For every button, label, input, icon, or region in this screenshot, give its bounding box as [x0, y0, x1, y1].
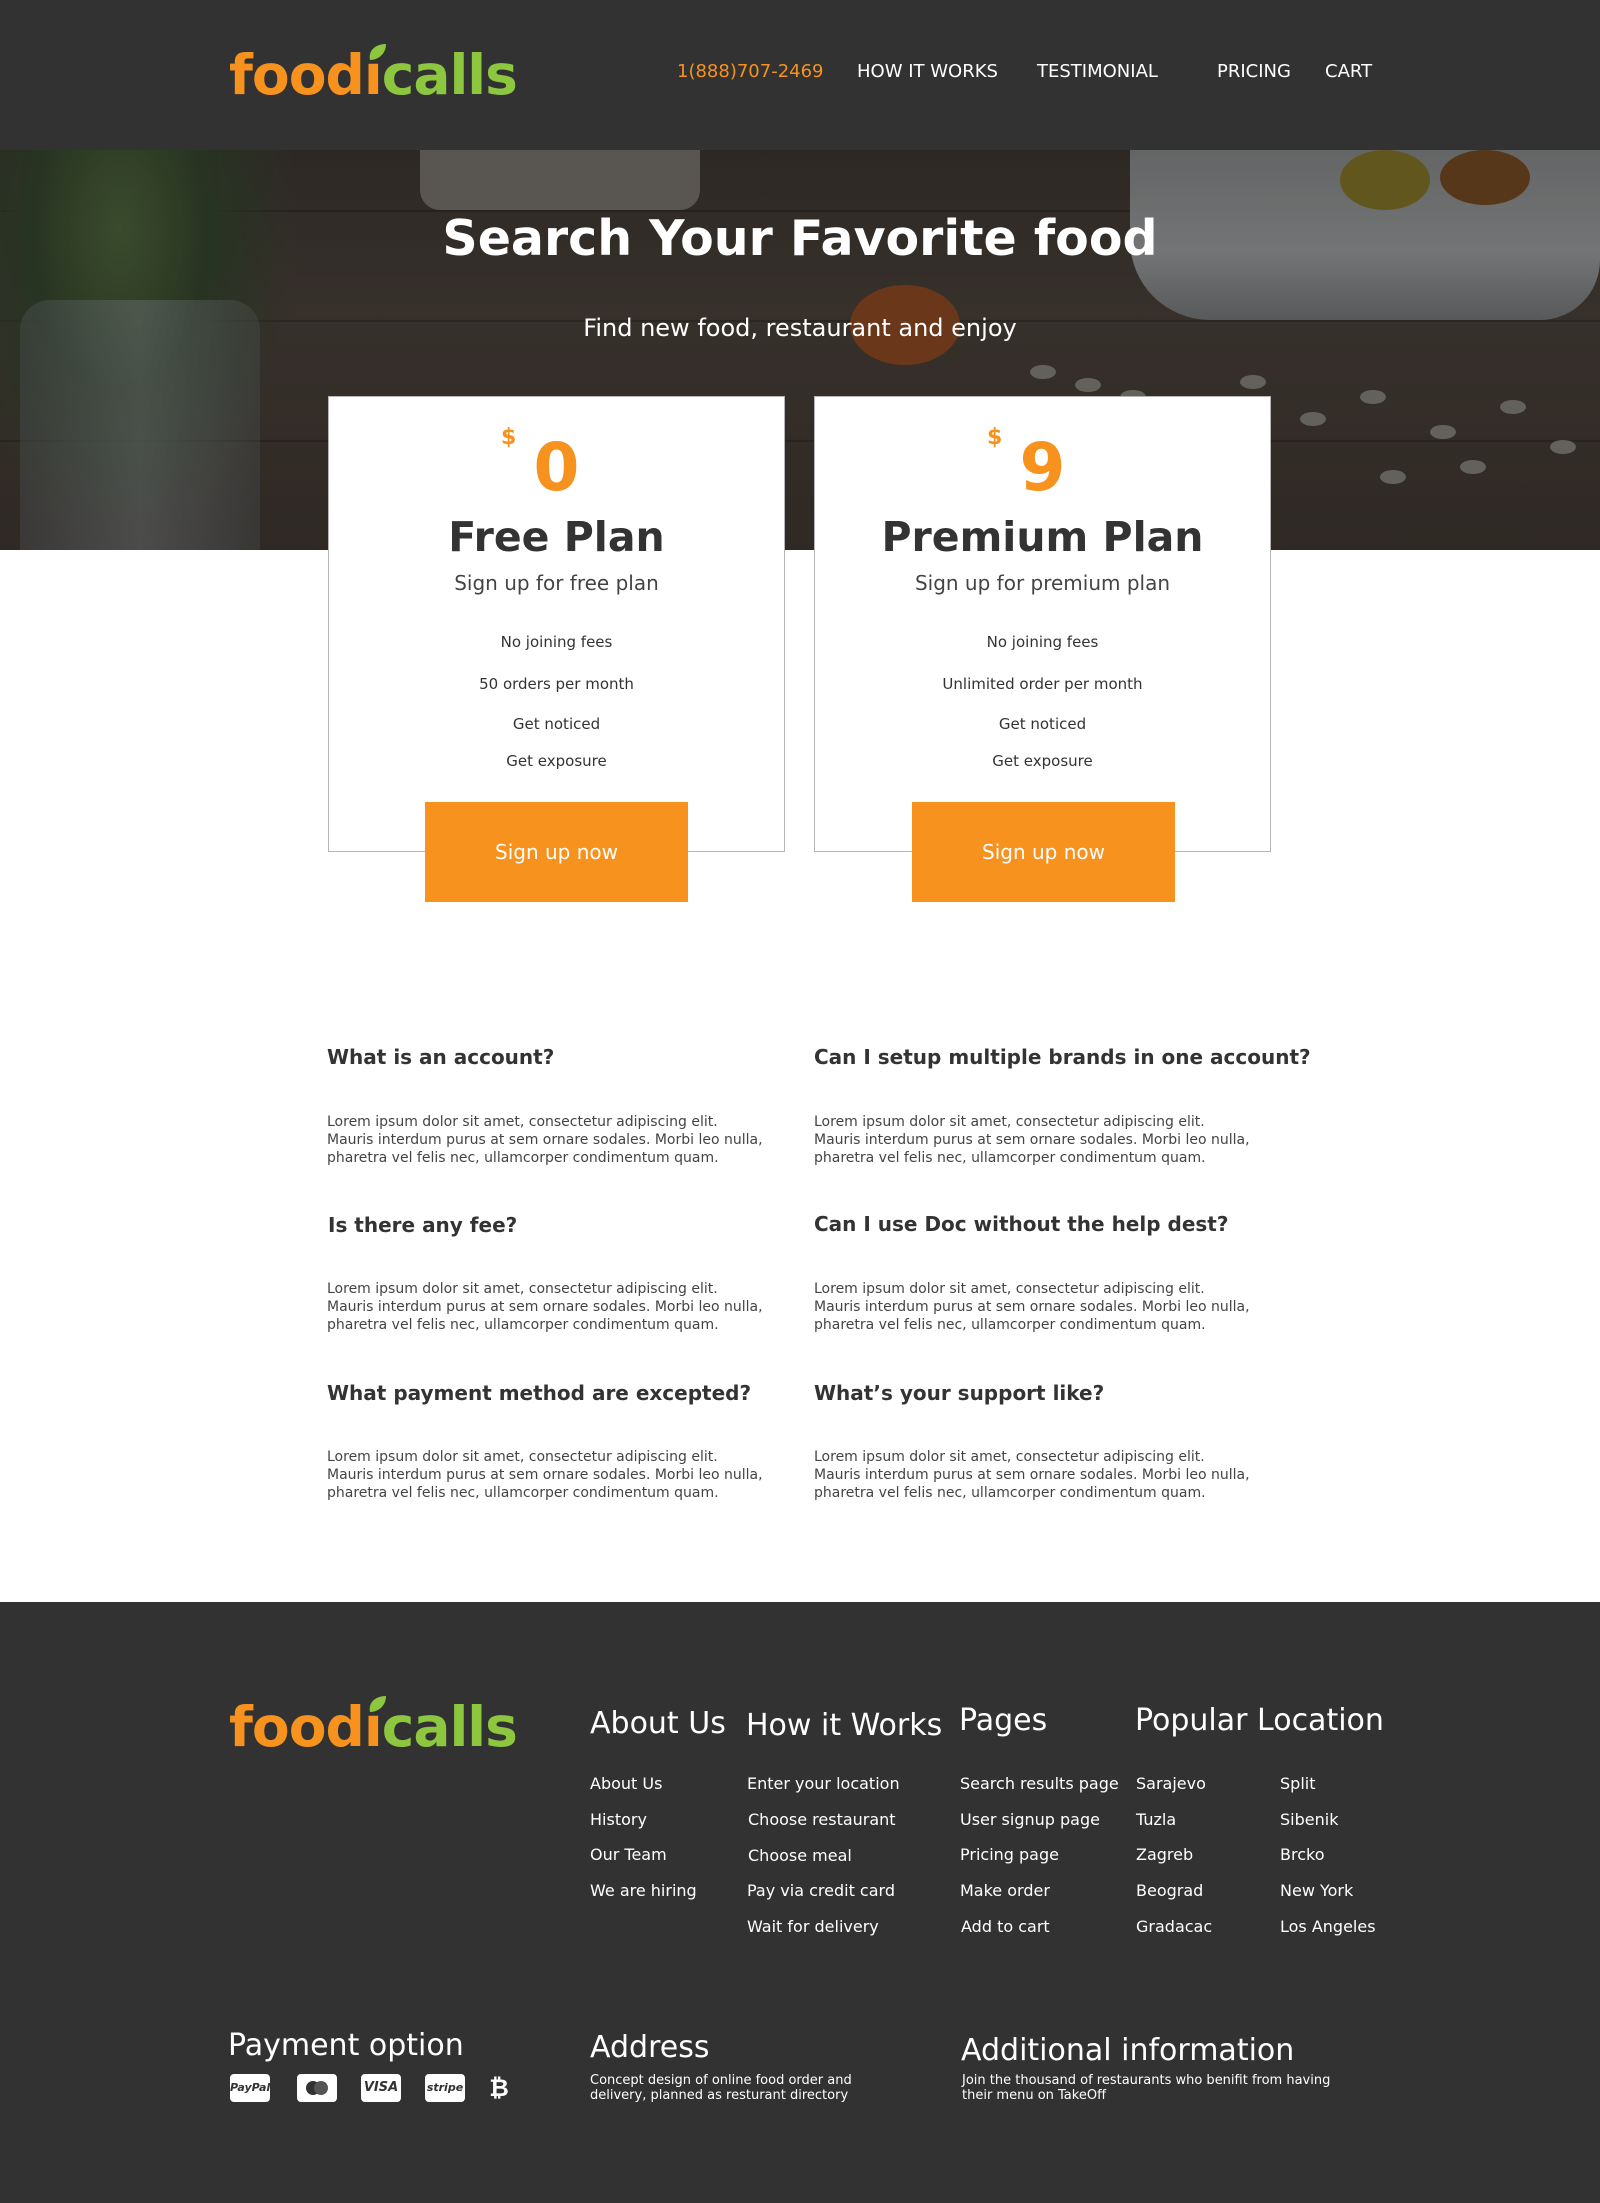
leaf-icon [369, 1696, 386, 1712]
logo-leaf-i: ı [364, 44, 386, 103]
footer-link[interactable]: Pay via credit card [747, 1881, 895, 1900]
faq-answer: Lorem ipsum dolor sit amet, consectetur … [327, 1449, 763, 1501]
footer-additional-text: Join the thousand of restaurants who ben… [962, 2073, 1331, 2103]
footer-payment-heading: Payment option [228, 2028, 464, 2063]
footer-location-link[interactable]: Sarajevo [1136, 1774, 1206, 1793]
plan-price: 0 [533, 429, 580, 506]
footer-brand-logo[interactable]: foodı calls [229, 1696, 518, 1755]
footer-link[interactable]: Our Team [590, 1845, 667, 1864]
stripe-icon: stripe [425, 2074, 465, 2102]
logo-text-lls: lls [449, 43, 517, 107]
faq-question: What payment method are excepted? [327, 1381, 752, 1405]
faq-question: What’s your support like? [814, 1381, 1105, 1405]
plan-name: Premium Plan [881, 513, 1204, 561]
plan-feature: Get noticed [512, 715, 601, 733]
footer-how-heading: How it Works [746, 1708, 943, 1743]
footer-link[interactable]: Pricing page [960, 1845, 1059, 1864]
plan-subtitle: Sign up for premium plan [914, 571, 1171, 595]
footer-link[interactable]: Enter your location [747, 1774, 900, 1793]
footer-locations-heading: Popular Location [1135, 1703, 1384, 1738]
hero-subtitle: Find new food, restaurant and enjoy [583, 314, 1017, 342]
free-plan-signup-button[interactable]: Sign up now [425, 802, 688, 902]
faq-question: Is there any fee? [328, 1213, 518, 1237]
footer-link[interactable]: We are hiring [590, 1881, 697, 1900]
footer-pages-heading: Pages [959, 1703, 1048, 1738]
paypal-icon: PayPal [230, 2074, 270, 2102]
nav-phone-link[interactable]: 1(888)707-2469 [677, 61, 824, 82]
faq-question: Can I use Doc without the help dest? [814, 1212, 1229, 1236]
footer-link[interactable]: About Us [590, 1774, 662, 1793]
plan-feature: Get noticed [998, 715, 1087, 733]
premium-plan-signup-button[interactable]: Sign up now [912, 802, 1175, 902]
footer-additional-heading: Additional information [961, 2033, 1295, 2068]
footer-location-link[interactable]: Brcko [1280, 1845, 1324, 1864]
logo-text-ca: ca [381, 43, 451, 107]
footer-link[interactable]: User signup page [960, 1810, 1100, 1829]
visa-icon: VISA [361, 2074, 401, 2102]
faq-answer: Lorem ipsum dolor sit amet, consectetur … [814, 1281, 1250, 1333]
mastercard-icon [297, 2074, 337, 2102]
logo-leaf-i: ı [364, 1696, 386, 1755]
footer-location-link[interactable]: Tuzla [1136, 1810, 1176, 1829]
footer-address-heading: Address [590, 2030, 710, 2065]
brand-logo[interactable]: foodı calls [229, 44, 518, 103]
faq-question: Can I setup multiple brands in one accou… [814, 1045, 1311, 1069]
top-navigation-bar: foodı calls 1(888)707-2469 HOW IT WORKS T… [0, 0, 1600, 150]
faq-answer: Lorem ipsum dolor sit amet, consectetur … [327, 1281, 763, 1333]
site-footer [0, 1602, 1600, 2203]
plan-feature: 50 orders per month [479, 675, 634, 693]
logo-text-ca: ca [381, 1695, 451, 1759]
footer-link[interactable]: Choose restaurant [748, 1810, 896, 1829]
footer-location-link[interactable]: Beograd [1136, 1881, 1203, 1900]
logo-text-lls: lls [449, 1695, 517, 1759]
footer-location-link[interactable]: Split [1280, 1774, 1315, 1793]
nav-pricing[interactable]: PRICING [1217, 61, 1291, 82]
footer-address-text: Concept design of online food order and … [590, 2073, 852, 2103]
plan-subtitle: Sign up for free plan [454, 571, 659, 595]
nav-testimonial[interactable]: TESTIMONIAL [1037, 61, 1158, 82]
footer-link[interactable]: Add to cart [961, 1917, 1050, 1936]
logo-text-food: food [229, 43, 365, 107]
footer-location-link[interactable]: New York [1280, 1881, 1353, 1900]
hero-title: Search Your Favorite food [442, 210, 1158, 267]
faq-answer: Lorem ipsum dolor sit amet, consectetur … [814, 1114, 1250, 1166]
footer-about-heading: About Us [590, 1706, 726, 1741]
footer-link[interactable]: Wait for delivery [747, 1917, 879, 1936]
footer-location-link[interactable]: Los Angeles [1280, 1917, 1376, 1936]
footer-link[interactable]: Search results page [960, 1774, 1119, 1793]
footer-location-link[interactable]: Gradacac [1136, 1917, 1212, 1936]
faq-answer: Lorem ipsum dolor sit amet, consectetur … [327, 1114, 763, 1166]
nav-how-it-works[interactable]: HOW IT WORKS [857, 61, 998, 82]
logo-text-food: food [229, 1695, 365, 1759]
plan-price: 9 [1019, 429, 1066, 506]
footer-link[interactable]: History [590, 1810, 647, 1829]
leaf-icon [369, 44, 386, 60]
footer-link[interactable]: Choose meal [748, 1846, 852, 1865]
faq-answer: Lorem ipsum dolor sit amet, consectetur … [814, 1449, 1250, 1501]
free-plan-card: $ 0 Free Plan Sign up for free plan No j… [328, 396, 785, 852]
footer-location-link[interactable]: Zagreb [1136, 1845, 1193, 1864]
plan-feature: No joining fees [986, 633, 1099, 651]
bitcoin-icon: ₿ [489, 2074, 509, 2102]
premium-plan-card: $ 9 Premium Plan Sign up for premium pla… [814, 396, 1271, 852]
plan-feature: Get exposure [506, 752, 607, 770]
plan-feature: Unlimited order per month [942, 675, 1143, 693]
footer-link[interactable]: Make order [960, 1881, 1050, 1900]
nav-cart[interactable]: CART [1325, 61, 1372, 82]
plan-feature: Get exposure [992, 752, 1093, 770]
faq-question: What is an account? [327, 1045, 555, 1069]
footer-location-link[interactable]: Sibenik [1280, 1810, 1338, 1829]
plan-feature: No joining fees [500, 633, 613, 651]
plan-name: Free Plan [448, 513, 665, 561]
